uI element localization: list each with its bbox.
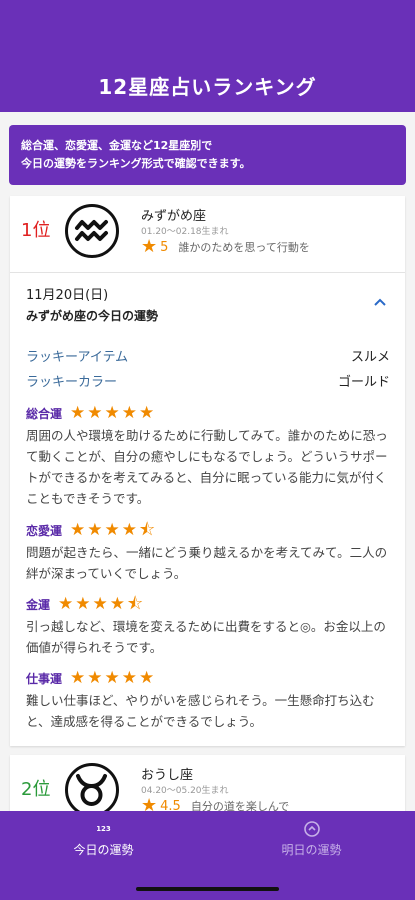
lucky-color-label: ラッキーカラー: [26, 375, 118, 390]
fortune-text: 難しい仕事ほど、やりがいを感じられそう。一生懸命打ち込むと、達成感を得ることがで…: [26, 693, 375, 729]
nav-tab-tomorrow[interactable]: 明日の運勢: [208, 819, 415, 858]
info-banner-line1: 総合運、恋愛運、金運など12星座別で: [21, 139, 213, 152]
fortune-label: 恋愛運: [26, 523, 63, 538]
info-banner: 総合運、恋愛運、金運など12星座別で 今日の運勢をランキング形式で確認できます。: [9, 125, 406, 185]
fortune-label: 総合運: [26, 406, 63, 421]
sign-name: おうし座: [141, 768, 194, 783]
fortune-love: 恋愛運 ★★★★⯪ 問題が起きたら、一緒にどう乗り越えるかを考えてみて。二人の絆…: [26, 521, 391, 584]
app-header: 12星座占いランキング: [0, 0, 415, 112]
clock-icon: [208, 819, 415, 839]
lucky-item-label: ラッキーアイテム: [26, 350, 129, 365]
rank-number: 2位: [21, 779, 51, 800]
detail-title: みずがめ座の今日の運勢: [26, 309, 159, 323]
fortune-text: 周囲の人や環境を助けるために行動してみて。誰かのために恐って動くことが、自分の癒…: [26, 428, 388, 506]
ranking-card-1: 1位 みずがめ座 01.20〜02.18生まれ ★ 5 誰かのためを思って行動を…: [10, 196, 405, 746]
detail-date: 11月20日(日): [26, 288, 109, 303]
lucky-color-value: ゴールド: [337, 375, 390, 390]
fortune-money: 金運 ★★★★⯪ 引っ越しなど、環境を変えるために出費をすると◎。お金以上の価値…: [26, 595, 391, 658]
nav-label: 今日の運勢: [73, 843, 134, 857]
lucky-item-value: スルメ: [350, 350, 390, 365]
fortune-overall: 総合運 ★★★★★ 周囲の人や環境を助けるために行動してみて。誰かのために恐って…: [26, 404, 391, 509]
star-rating: ★★★★★: [70, 668, 157, 688]
sign-name: みずがめ座: [141, 209, 207, 224]
star-rating: ★★★★★: [70, 403, 157, 423]
calendar-icon: 123: [96, 825, 111, 833]
divider: [10, 272, 405, 273]
star-rating: ★★★★⯪: [58, 594, 146, 614]
taurus-icon: [65, 763, 119, 817]
score-value: 5: [160, 239, 169, 255]
fortune-work: 仕事運 ★★★★★ 難しい仕事ほど、やりがいを感じられそう。一生懸命打ち込むと、…: [26, 669, 391, 732]
lucky-color-row: ラッキーカラー ゴールド: [26, 371, 390, 390]
ranking-row-1[interactable]: 1位 みずがめ座 01.20〜02.18生まれ ★ 5 誰かのためを思って行動を: [10, 196, 405, 272]
chevron-up-icon[interactable]: [373, 294, 387, 308]
rank-number: 1位: [21, 220, 51, 241]
score-summary: 誰かのためを思って行動を: [178, 241, 310, 254]
fortune-label: 金運: [26, 597, 51, 612]
score-row: ★ 5 誰かのためを思って行動を: [141, 238, 310, 256]
page-title: 12星座占いランキング: [98, 75, 317, 99]
lucky-item-row: ラッキーアイテム スルメ: [26, 346, 390, 365]
fortune-text: 問題が起きたら、一緒にどう乗り越えるかを考えてみて。二人の絆が深まっていくでしょ…: [26, 545, 388, 581]
nav-label: 明日の運勢: [281, 843, 342, 857]
fortune-label: 仕事運: [26, 671, 63, 686]
star-rating: ★★★★⯪: [70, 520, 158, 540]
info-banner-line2: 今日の運勢をランキング形式で確認できます。: [21, 157, 251, 170]
nav-tab-today[interactable]: 123 今日の運勢: [0, 819, 207, 858]
fortune-text: 引っ越しなど、環境を変えるために出費をすると◎。お金以上の価値が得られそうです。: [26, 619, 386, 655]
aquarius-icon: [65, 204, 119, 258]
home-indicator: [136, 887, 279, 891]
star-icon: ★: [141, 236, 158, 257]
detail-header: 11月20日(日) みずがめ座の今日の運勢: [26, 284, 158, 324]
